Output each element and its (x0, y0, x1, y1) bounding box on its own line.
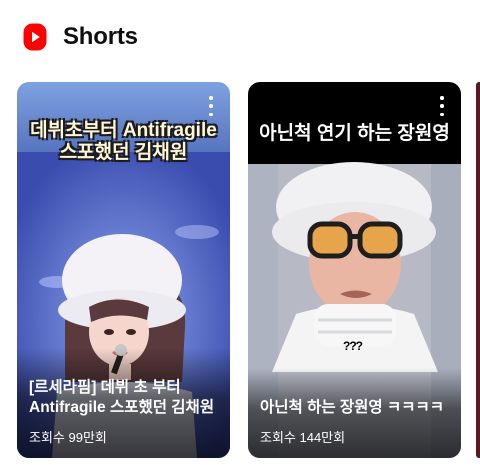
video-info: 아닌척 하는 장원영 ㅋㅋㅋㅋ 조회수 144만회 (248, 368, 461, 458)
short-video-card[interactable]: 데뷔초부터 Antifragile 스포했던 김채원 [르세라핌] 데뷔 초 부… (17, 82, 230, 458)
youtube-shorts-logo-icon (23, 23, 47, 51)
section-title: Shorts (63, 23, 138, 50)
more-vert-icon (209, 96, 213, 100)
more-options-button[interactable] (206, 96, 216, 116)
question-mark-caption: ??? (343, 339, 363, 353)
short-video-card[interactable]: 아닌척 연기 하는 장원영 ??? 아닌척 하는 장원영 ㅋㅋㅋㅋ 조회수 14… (248, 82, 461, 458)
more-vert-icon (440, 96, 444, 100)
more-options-button[interactable] (437, 96, 447, 116)
video-info: [르세라핌] 데뷔 초 부터 Antifragile 스포했던 김채원 조회수 … (17, 348, 230, 458)
video-title[interactable]: [르세라핌] 데뷔 초 부터 Antifragile 스포했던 김채원 (29, 348, 220, 418)
next-card-preview[interactable] (476, 82, 480, 458)
thumbnail-caption: 아닌척 연기 하는 장원영 (259, 123, 450, 144)
shorts-header: Shorts (22, 22, 138, 52)
view-count: 조회수 99만회 (29, 430, 107, 445)
view-count: 조회수 144만회 (260, 430, 346, 445)
video-title[interactable]: 아닌척 하는 장원영 ㅋㅋㅋㅋ (260, 368, 451, 418)
thumbnail-caption: 데뷔초부터 Antifragile 스포했던 김채원 (30, 120, 217, 163)
